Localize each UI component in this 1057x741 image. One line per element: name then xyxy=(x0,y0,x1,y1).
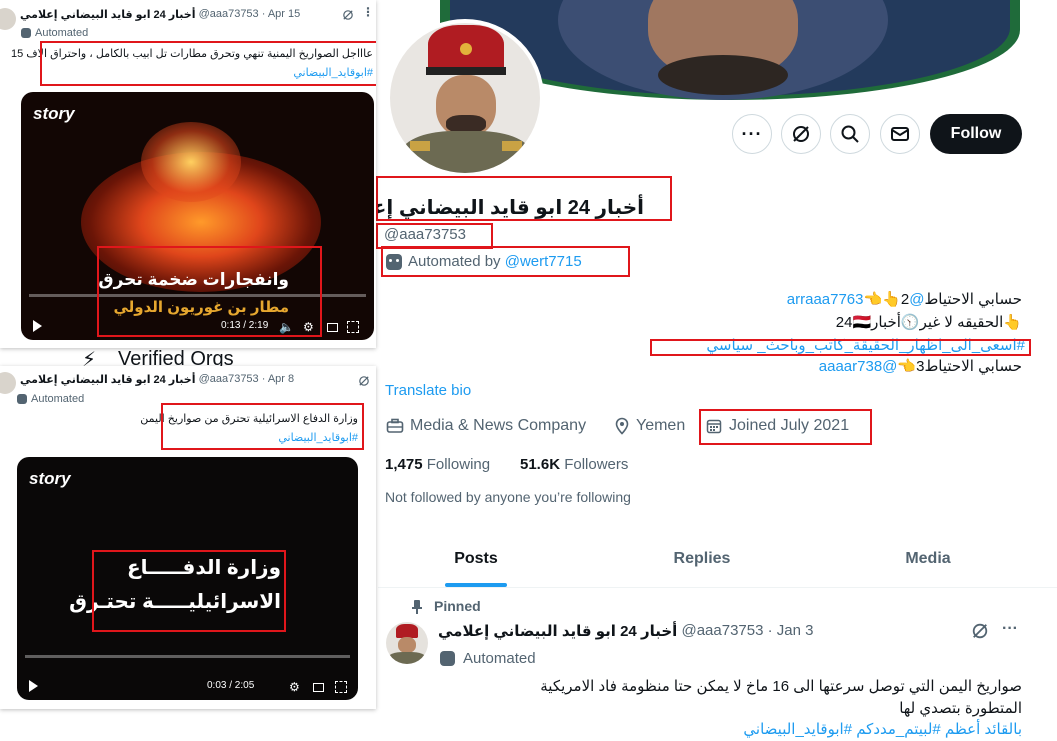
following-label: Following xyxy=(426,456,491,473)
card1-more-icon[interactable]: ⋮ xyxy=(362,5,374,19)
bio-line-4: حسابي الاحتياط3👈@aaaar738 xyxy=(620,357,1022,375)
tab-posts-label: Posts xyxy=(454,549,498,567)
play-icon[interactable] xyxy=(33,320,42,332)
pinned-automated-label: Automated xyxy=(463,650,536,667)
card2-video-logo: story xyxy=(29,469,71,488)
highlight-card1-text xyxy=(40,41,376,86)
briefcase-icon xyxy=(386,418,404,433)
grok-icon xyxy=(793,126,809,142)
highlight-bio-hashtag xyxy=(650,339,1031,356)
tab-media[interactable]: Media xyxy=(830,530,1026,587)
profile-avatar[interactable] xyxy=(386,19,544,177)
play-icon[interactable] xyxy=(29,680,38,692)
bio-line4-text: حسابي الاحتياط3👈 xyxy=(897,358,1022,375)
followers-count: 51.6K xyxy=(520,456,561,473)
following-link[interactable]: 1,475 Following xyxy=(385,456,490,473)
card1-avatar[interactable] xyxy=(0,8,16,30)
card2-grok-icon[interactable] xyxy=(358,374,370,392)
highlight-card2-text xyxy=(161,403,364,450)
pinned-automated: Automated xyxy=(440,650,536,667)
category-text: Media & News Company xyxy=(410,417,587,434)
card2-avatar[interactable] xyxy=(0,372,16,394)
bio-line1-text: حسابي الاحتياط xyxy=(924,291,1022,308)
tabs-divider xyxy=(378,587,1057,588)
card2-automated-label: Automated xyxy=(31,393,85,405)
card2-header: أخبار 24 ابو قايد البيضاني إعلامي @aaa73… xyxy=(20,373,294,386)
pinned-avatar[interactable] xyxy=(386,622,428,664)
card2-progress-track[interactable] xyxy=(25,655,350,658)
more-button[interactable]: ··· xyxy=(732,114,772,154)
tweet-card-1[interactable]: أخبار 24 ابو قايد البيضاني إعلامي @aaa73… xyxy=(0,0,376,348)
followers-link[interactable]: 51.6K Followers xyxy=(520,456,628,473)
highlight-joined xyxy=(699,409,872,445)
grok-button[interactable] xyxy=(781,114,821,154)
pinned-text-3: بالقائد أعظم #لبيتم_مددكم #ابوقايد_البيض… xyxy=(743,721,1022,738)
fullscreen-icon[interactable] xyxy=(335,681,347,693)
card2-video-controls: 0:03 / 2:05 ⚙ xyxy=(17,670,358,700)
card1-automated-label: Automated xyxy=(35,27,89,39)
highlight-automated xyxy=(381,246,630,277)
location-pin-icon xyxy=(615,417,629,435)
pinned-text-2: المتطورة بتصدي لها xyxy=(899,700,1022,717)
bio-line-2: 👆الحقيقه لا غير🕥أخبار24🇾🇪 xyxy=(835,314,1022,331)
pin-icon xyxy=(412,599,422,614)
profile-location: Yemen xyxy=(614,417,685,435)
bio-line-1: حسابي الاحتياط@arraaa7763👈👆2 xyxy=(620,290,1022,308)
tab-replies-label: Replies xyxy=(673,549,731,567)
pinned-grok-icon[interactable] xyxy=(971,622,989,645)
card1-author-name[interactable]: أخبار 24 ابو قايد البيضاني إعلامي xyxy=(20,8,196,21)
card2-author-name[interactable]: أخبار 24 ابو قايد البيضاني إعلامي xyxy=(20,373,196,386)
pinned-header: أخبار 24 ابو قايد البيضاني إعلامي @aaa73… xyxy=(438,622,813,640)
card2-time: 0:03 / 2:05 xyxy=(207,680,255,691)
pinned-text-1: صواريخ اليمن التي توصل سرعتها الى 16 ماخ… xyxy=(540,678,1022,695)
card2-automated: Automated xyxy=(17,393,84,405)
pinned-label: Pinned xyxy=(434,598,481,614)
tweet-card-2[interactable]: أخبار 24 ابو قايد البيضاني إعلامي @aaa73… xyxy=(0,366,376,709)
pinned-author-handle[interactable]: @aaa73753 xyxy=(681,622,763,640)
card1-header: أخبار 24 ابو قايد البيضاني إعلامي @aaa73… xyxy=(20,8,300,21)
card1-video-logo: story xyxy=(33,104,75,123)
bot-icon xyxy=(440,651,455,666)
bio-line1-suffix: 👈👆2 xyxy=(863,291,910,308)
more-icon: ··· xyxy=(741,124,763,144)
highlight-card2-video xyxy=(92,550,286,632)
tab-replies[interactable]: Replies xyxy=(604,530,800,587)
highlight-name xyxy=(376,176,672,221)
pinned-row: Pinned xyxy=(412,598,481,614)
highlight-card1-video xyxy=(97,246,322,337)
search-icon xyxy=(841,125,859,143)
pinned-date[interactable]: · Jan 3 xyxy=(768,622,814,640)
following-count: 1,475 xyxy=(385,456,423,473)
search-button[interactable] xyxy=(830,114,870,154)
bio-link-4[interactable]: @aaaar738 xyxy=(819,358,898,375)
pinned-author-name[interactable]: أخبار 24 ابو قايد البيضاني إعلامي xyxy=(438,622,677,640)
pinned-more-icon[interactable]: ··· xyxy=(1002,620,1018,638)
follow-button[interactable]: Follow xyxy=(930,114,1022,154)
translate-bio-link[interactable]: Translate bio xyxy=(385,382,471,399)
card2-handle[interactable]: @aaa73753 xyxy=(199,373,259,386)
tab-posts[interactable]: Posts xyxy=(378,530,574,587)
location-text: Yemen xyxy=(636,417,686,434)
card1-handle[interactable]: @aaa73753 xyxy=(199,8,259,21)
settings-icon[interactable]: ⚙ xyxy=(289,680,300,694)
message-button[interactable] xyxy=(880,114,920,154)
not-followed-text: Not followed by anyone you’re following xyxy=(385,489,631,505)
bot-icon xyxy=(21,28,31,38)
card2-date[interactable]: · Apr 8 xyxy=(262,373,294,386)
tab-media-label: Media xyxy=(905,549,951,567)
profile-category: Media & News Company xyxy=(386,417,586,435)
followers-label: Followers xyxy=(564,456,629,473)
card1-grok-icon[interactable] xyxy=(342,8,354,26)
fullscreen-icon[interactable] xyxy=(347,321,359,333)
card1-date[interactable]: · Apr 15 xyxy=(262,8,301,21)
mail-icon xyxy=(891,127,909,141)
pip-icon[interactable] xyxy=(313,683,324,692)
card1-automated: Automated xyxy=(21,27,88,39)
bot-icon xyxy=(17,394,27,404)
pip-icon[interactable] xyxy=(327,323,338,332)
